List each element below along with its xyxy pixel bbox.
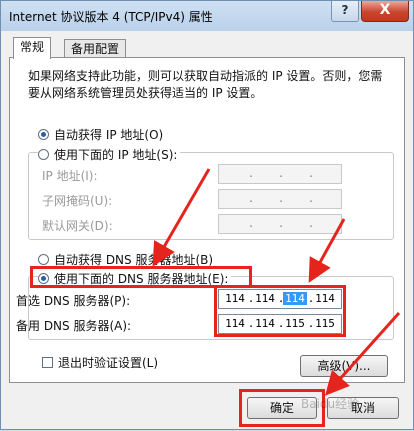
arrow-to-ok-button [324,311,401,396]
arrow-to-dns-manual-option [152,168,211,267]
tab-general[interactable]: 常规 [13,37,52,59]
dialog-window: Internet 协议版本 4 (TCP/IPv4) 属性 ? X 常规 备用配… [0,0,414,430]
arrow-to-dns-fields [308,218,346,283]
annotation-arrows [152,168,401,396]
